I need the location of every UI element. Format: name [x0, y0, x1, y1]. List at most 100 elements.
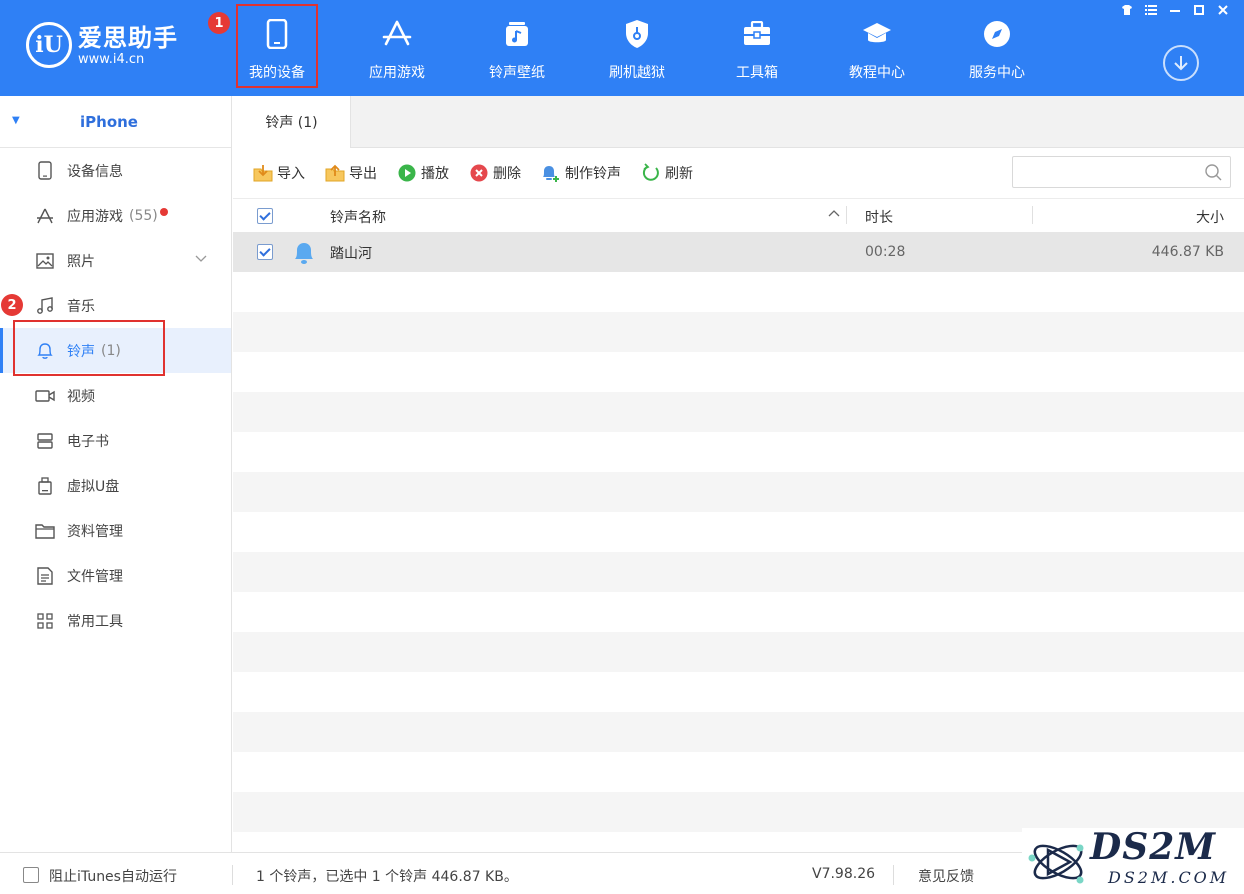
- window-controls: [1116, 1, 1234, 19]
- sidebar-item-device-info[interactable]: 设备信息: [0, 148, 231, 193]
- device-name: iPhone: [80, 113, 138, 131]
- usb-drive-icon: [35, 476, 55, 496]
- device-selector[interactable]: ▼ iPhone: [0, 96, 231, 148]
- nav-label: 工具箱: [736, 65, 778, 81]
- select-all-checkbox[interactable]: [257, 208, 273, 224]
- minimize-icon[interactable]: [1164, 1, 1186, 19]
- play-button[interactable]: 播放: [397, 163, 449, 183]
- tab-ringtones[interactable]: 铃声 (1): [233, 96, 351, 148]
- block-itunes-checkbox[interactable]: [23, 867, 39, 883]
- export-label: 导出: [349, 166, 377, 182]
- compass-icon: [981, 18, 1013, 50]
- version-label: V7.98.26: [812, 866, 876, 882]
- toolbar: 导入 导出 播放 删除 制作铃声 刷新: [233, 148, 1244, 198]
- collapse-arrow-icon[interactable]: ▼: [12, 115, 20, 126]
- status-summary: 1 个铃声，已选中 1 个铃声 446.87 KB。: [256, 869, 518, 885]
- column-divider: [1032, 206, 1033, 224]
- empty-row: [233, 432, 1244, 472]
- status-divider: [232, 865, 233, 885]
- download-icon[interactable]: [1163, 45, 1199, 81]
- nav-service-center[interactable]: 服务中心: [947, 0, 1047, 96]
- bell-icon: [293, 241, 315, 269]
- sidebar-item-label: 视频: [67, 388, 95, 405]
- chevron-down-icon[interactable]: [194, 251, 208, 269]
- import-label: 导入: [277, 166, 305, 182]
- app-store-icon: [35, 206, 55, 226]
- empty-row: [233, 592, 1244, 632]
- top-header: iU 爱思助手 www.i4.cn 我的设备 应用游戏 铃声壁纸 刷机越狱 工具…: [0, 0, 1244, 96]
- nav-flash-jailbreak[interactable]: 刷机越狱: [587, 0, 687, 96]
- brand-url: www.i4.cn: [78, 51, 145, 67]
- grid-icon: [35, 611, 55, 631]
- play-icon: [397, 163, 417, 183]
- column-header-duration[interactable]: 时长: [865, 207, 893, 227]
- sidebar-item-photos[interactable]: 照片: [0, 238, 231, 283]
- app-store-icon: [381, 18, 413, 50]
- table-header: 铃声名称 时长 大小: [233, 198, 1244, 232]
- annotation-box-ringtones: [13, 320, 165, 376]
- empty-row: [233, 672, 1244, 712]
- close-icon[interactable]: [1212, 1, 1234, 19]
- annotation-badge-2: 2: [1, 294, 23, 316]
- sidebar-item-data-management[interactable]: 资料管理: [0, 508, 231, 553]
- tab-bar: 铃声 (1): [233, 96, 1244, 148]
- refresh-button[interactable]: 刷新: [641, 163, 693, 183]
- empty-row: [233, 472, 1244, 512]
- delete-button[interactable]: 删除: [469, 163, 521, 183]
- sidebar-item-apps[interactable]: 应用游戏 (55): [0, 193, 231, 238]
- maximize-icon[interactable]: [1188, 1, 1210, 19]
- ringtone-list: 踏山河 00:28 446.87 KB: [233, 232, 1244, 852]
- sidebar-item-label: 常用工具: [67, 613, 123, 630]
- export-folder-icon: [325, 163, 345, 183]
- annotation-box-my-device: [236, 4, 318, 88]
- shield-key-icon: [621, 18, 653, 50]
- make-ringtone-button[interactable]: 制作铃声: [541, 163, 621, 183]
- sidebar-item-label: 资料管理: [67, 523, 123, 540]
- nav-label: 服务中心: [969, 65, 1025, 81]
- search-input[interactable]: [1012, 156, 1231, 188]
- toolbox-icon: [741, 18, 773, 50]
- sidebar-item-label: 虚拟U盘: [67, 478, 120, 495]
- export-button[interactable]: 导出: [325, 163, 377, 183]
- sidebar-item-virtual-udisk[interactable]: 虚拟U盘: [0, 463, 231, 508]
- sidebar-item-label: 设备信息: [67, 163, 123, 180]
- import-button[interactable]: 导入: [253, 163, 305, 183]
- empty-row: [233, 512, 1244, 552]
- refresh-label: 刷新: [665, 166, 693, 182]
- column-header-name[interactable]: 铃声名称: [330, 207, 386, 227]
- watermark-title: DS2M: [1090, 826, 1217, 868]
- nav-tutorial-center[interactable]: 教程中心: [827, 0, 927, 96]
- sidebar-item-common-tools[interactable]: 常用工具: [0, 598, 231, 643]
- sidebar-item-ebooks[interactable]: 电子书: [0, 418, 231, 463]
- column-header-size[interactable]: 大小: [1196, 207, 1224, 227]
- empty-row: [233, 552, 1244, 592]
- nav-toolbox[interactable]: 工具箱: [707, 0, 807, 96]
- brand-name: 爱思助手: [78, 23, 178, 52]
- status-divider: [893, 865, 894, 885]
- sidebar-item-video[interactable]: 视频: [0, 373, 231, 418]
- empty-row: [233, 632, 1244, 672]
- nav-apps-games[interactable]: 应用游戏: [347, 0, 447, 96]
- ringtone-size: 446.87 KB: [1151, 244, 1224, 260]
- sort-up-icon[interactable]: [828, 206, 840, 222]
- table-row[interactable]: 踏山河 00:28 446.87 KB: [233, 232, 1244, 272]
- search-icon[interactable]: [1204, 163, 1222, 185]
- annotation-badge-1: 1: [208, 12, 230, 34]
- feedback-link[interactable]: 意见反馈: [918, 866, 974, 886]
- music-note-icon: [35, 296, 55, 316]
- notification-dot: [159, 207, 168, 216]
- row-checkbox[interactable]: [257, 244, 273, 260]
- nav-label: 刷机越狱: [609, 65, 665, 81]
- photo-icon: [35, 251, 55, 271]
- sidebar-item-file-management[interactable]: 文件管理: [0, 553, 231, 598]
- block-itunes-label[interactable]: 阻止iTunes自动运行: [49, 866, 177, 886]
- column-divider: [846, 206, 847, 224]
- skin-icon[interactable]: [1116, 1, 1138, 19]
- menu-icon[interactable]: [1140, 1, 1162, 19]
- nav-ringtone-wallpaper[interactable]: 铃声壁纸: [467, 0, 567, 96]
- sidebar-item-count: (55): [129, 207, 158, 224]
- sidebar: ▼ iPhone 设备信息 应用游戏 (55) 照片 音乐 铃声 (1) 视频 …: [0, 96, 232, 852]
- empty-row: [233, 272, 1244, 312]
- sidebar-item-label: 照片: [67, 253, 95, 270]
- folder-icon: [35, 521, 55, 541]
